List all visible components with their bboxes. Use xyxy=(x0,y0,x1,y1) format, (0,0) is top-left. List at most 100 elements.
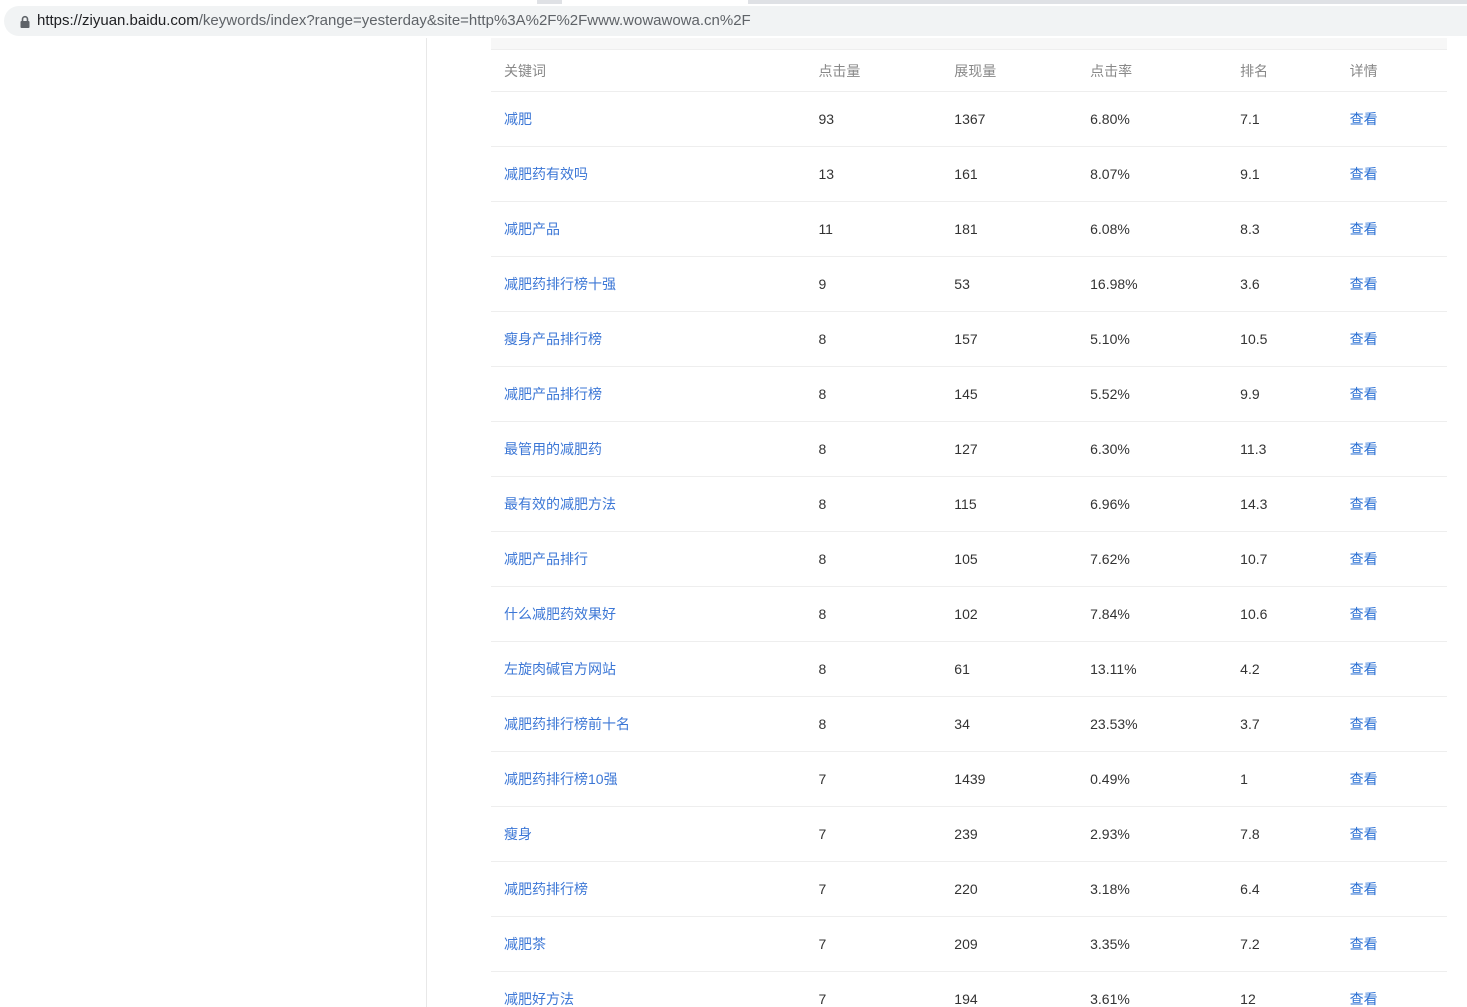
ctr-cell: 6.08% xyxy=(1090,221,1130,237)
view-detail-link[interactable]: 查看 xyxy=(1350,936,1378,952)
rank-cell: 11.3 xyxy=(1240,421,1350,477)
view-detail-link[interactable]: 查看 xyxy=(1350,991,1378,1007)
ctr-cell: 0.49% xyxy=(1090,751,1241,807)
impressions-cell: 61 xyxy=(954,641,1091,697)
view-detail-cell: 查看 xyxy=(1349,861,1447,917)
rank-cell: 3.6 xyxy=(1240,276,1260,292)
rank-cell: 7.1 xyxy=(1240,91,1350,147)
keyword-link[interactable]: 减肥好方法 xyxy=(504,991,574,1007)
table-row: 最有效的减肥方法 8 115 6.96% 14.3 查看 xyxy=(491,476,1447,532)
table-row: 左旋肉碱官方网站 8 61 13.11% 4.2 查看 xyxy=(491,641,1447,697)
keyword-cell: 最有效的减肥方法 xyxy=(491,476,819,532)
impressions-cell: 145 xyxy=(954,366,1091,422)
ctr-cell: 0.49% xyxy=(1090,771,1130,787)
keyword-link[interactable]: 左旋肉碱官方网站 xyxy=(504,661,616,677)
rank-cell: 9.9 xyxy=(1240,386,1260,402)
clicks-cell: 11 xyxy=(818,221,833,237)
ctr-cell: 16.98% xyxy=(1090,256,1241,312)
rank-cell: 14.3 xyxy=(1240,496,1268,512)
rank-cell: 7.1 xyxy=(1240,111,1260,127)
view-detail-link[interactable]: 查看 xyxy=(1350,716,1378,732)
keyword-link[interactable]: 最有效的减肥方法 xyxy=(504,496,616,512)
impressions-cell: 220 xyxy=(954,861,1091,917)
impressions-cell: 53 xyxy=(954,256,1091,312)
rank-cell: 10.7 xyxy=(1240,531,1350,587)
keyword-cell: 减肥产品排行榜 xyxy=(491,366,819,422)
impressions-cell: 220 xyxy=(954,881,978,897)
rank-cell: 9.1 xyxy=(1240,166,1260,182)
view-detail-link[interactable]: 查看 xyxy=(1350,276,1378,292)
keyword-link[interactable]: 减肥产品排行榜 xyxy=(504,386,602,402)
view-detail-link[interactable]: 查看 xyxy=(1350,496,1378,512)
ctr-cell: 7.62% xyxy=(1090,551,1130,567)
url-path: /keywords/index?range=yesterday&site=htt… xyxy=(198,12,751,29)
omnibox[interactable]: https://ziyuan.baidu.com/keywords/index?… xyxy=(4,6,1467,36)
ctr-cell: 6.80% xyxy=(1090,91,1241,147)
rank-cell: 7.8 xyxy=(1240,806,1350,862)
keyword-link[interactable]: 减肥产品 xyxy=(504,221,560,237)
view-detail-cell: 查看 xyxy=(1349,971,1447,1007)
header-impressions: 展现量 xyxy=(954,50,1091,92)
keyword-link[interactable]: 减肥药排行榜前十名 xyxy=(504,716,630,732)
view-detail-link[interactable]: 查看 xyxy=(1350,331,1378,347)
keyword-link[interactable]: 减肥药有效吗 xyxy=(504,166,588,182)
url-text[interactable]: https://ziyuan.baidu.com/keywords/index?… xyxy=(37,12,751,30)
view-detail-link[interactable]: 查看 xyxy=(1350,551,1378,567)
keyword-link[interactable]: 减肥 xyxy=(504,111,532,127)
view-detail-link[interactable]: 查看 xyxy=(1350,606,1378,622)
view-detail-cell: 查看 xyxy=(1349,201,1447,257)
view-detail-link[interactable]: 查看 xyxy=(1350,661,1378,677)
keyword-link[interactable]: 瘦身产品排行榜 xyxy=(504,331,602,347)
keyword-link[interactable]: 最管用的减肥药 xyxy=(504,441,602,457)
clicks-cell: 8 xyxy=(818,716,827,732)
impressions-cell: 1439 xyxy=(954,771,986,787)
keyword-link[interactable]: 减肥药排行榜 xyxy=(504,881,588,897)
rank-cell: 9.1 xyxy=(1240,146,1350,202)
keyword-link[interactable]: 减肥药排行榜十强 xyxy=(504,276,616,292)
table-row: 减肥药排行榜十强 9 53 16.98% 3.6 查看 xyxy=(491,256,1447,312)
table-top-band xyxy=(491,38,1447,50)
table-row: 减肥药排行榜 7 220 3.18% 6.4 查看 xyxy=(491,861,1447,917)
keyword-link[interactable]: 减肥茶 xyxy=(504,936,546,952)
ctr-cell: 3.61% xyxy=(1090,971,1241,1007)
ctr-cell: 5.52% xyxy=(1090,386,1130,402)
rank-cell: 6.4 xyxy=(1240,881,1260,897)
ctr-cell: 13.11% xyxy=(1090,661,1137,677)
keyword-cell: 减肥 xyxy=(491,91,819,147)
view-detail-link[interactable]: 查看 xyxy=(1350,166,1378,182)
ctr-cell: 5.10% xyxy=(1090,331,1130,347)
header-clicks: 点击量 xyxy=(818,50,955,92)
clicks-cell: 8 xyxy=(818,366,955,422)
browser-address-bar: https://ziyuan.baidu.com/keywords/index?… xyxy=(0,4,1467,38)
view-detail-cell: 查看 xyxy=(1349,751,1447,807)
impressions-cell: 61 xyxy=(954,661,970,677)
lock-icon[interactable] xyxy=(18,15,32,29)
rank-cell: 14.3 xyxy=(1240,476,1350,532)
keyword-cell: 减肥产品排行 xyxy=(491,531,819,587)
view-detail-link[interactable]: 查看 xyxy=(1350,441,1378,457)
ctr-cell: 3.18% xyxy=(1090,861,1241,917)
view-detail-link[interactable]: 查看 xyxy=(1350,221,1378,237)
view-detail-cell: 查看 xyxy=(1349,311,1447,367)
rank-cell: 4.2 xyxy=(1240,661,1260,677)
view-detail-cell: 查看 xyxy=(1349,91,1447,147)
view-detail-link[interactable]: 查看 xyxy=(1350,771,1378,787)
keyword-link[interactable]: 瘦身 xyxy=(504,826,532,842)
keyword-link[interactable]: 减肥产品排行 xyxy=(504,551,588,567)
table-row: 瘦身产品排行榜 8 157 5.10% 10.5 查看 xyxy=(491,311,1447,367)
keyword-link[interactable]: 减肥药排行榜10强 xyxy=(504,771,618,787)
clicks-cell: 7 xyxy=(818,916,955,972)
clicks-cell: 7 xyxy=(818,861,955,917)
clicks-cell: 7 xyxy=(818,936,827,952)
view-detail-link[interactable]: 查看 xyxy=(1350,111,1378,127)
ctr-cell: 3.35% xyxy=(1090,936,1130,952)
impressions-cell: 194 xyxy=(954,971,1091,1007)
view-detail-link[interactable]: 查看 xyxy=(1350,881,1378,897)
ctr-cell: 8.07% xyxy=(1090,146,1241,202)
keyword-link[interactable]: 什么减肥药效果好 xyxy=(504,606,616,622)
ctr-cell: 16.98% xyxy=(1090,276,1138,292)
header-keyword: 关键词 xyxy=(491,50,819,92)
impressions-cell: 1367 xyxy=(954,91,1091,147)
view-detail-link[interactable]: 查看 xyxy=(1350,826,1378,842)
view-detail-link[interactable]: 查看 xyxy=(1350,386,1378,402)
